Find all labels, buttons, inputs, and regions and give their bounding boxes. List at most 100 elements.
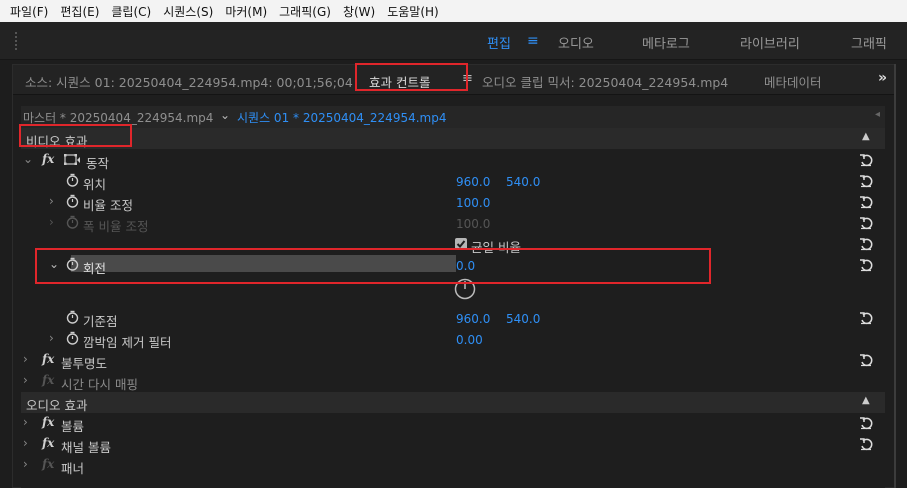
audio-effects-label: 오디오 효과	[26, 398, 88, 413]
sequence-bar: 마스터 * 20250404_224954.mp4 ⌄ 시퀀스 01 * 202…	[21, 106, 885, 128]
channel-volume-label: 채널 볼륨	[61, 440, 111, 455]
stopwatch-icon[interactable]	[66, 310, 79, 324]
effect-volume[interactable]: › fx 볼륨	[21, 413, 885, 434]
scale-width-label: 폭 비율 조정	[83, 219, 149, 234]
rotation-highlight	[71, 255, 456, 272]
menu-window[interactable]: 창(W)	[343, 3, 375, 20]
menu-graphics[interactable]: 그래픽(G)	[279, 3, 331, 20]
property-anti-flicker: › 깜박임 제거 필터 0.00	[21, 329, 885, 350]
stopwatch-icon[interactable]	[66, 194, 79, 208]
stopwatch-icon[interactable]	[66, 257, 79, 271]
uniform-scale-label: 균일 비율	[471, 240, 521, 255]
workspace-menu-icon[interactable]: ≡	[527, 33, 539, 49]
fx-icon[interactable]: fx	[42, 152, 54, 166]
workspace-library[interactable]: 라이브러리	[740, 33, 800, 52]
position-y-value[interactable]: 540.0	[506, 175, 540, 189]
fx-icon[interactable]: fx	[42, 436, 54, 450]
active-tab-underline	[367, 89, 467, 91]
effect-channel-volume[interactable]: › fx 채널 볼륨	[21, 434, 885, 455]
reset-icon[interactable]	[859, 416, 873, 430]
fx-icon: fx	[42, 457, 55, 471]
reset-icon[interactable]	[859, 174, 873, 188]
scale-label: 비율 조정	[83, 198, 133, 213]
fx-icon[interactable]: fx	[42, 352, 54, 366]
grip-handle[interactable]	[15, 32, 17, 50]
chevron-down-icon[interactable]: ⌄	[49, 257, 59, 271]
motion-label: 동작	[86, 156, 110, 171]
scale-value[interactable]: 100.0	[456, 196, 490, 210]
time-remap-label: 시간 다시 매핑	[61, 377, 138, 392]
reset-icon[interactable]	[859, 237, 873, 251]
reset-icon[interactable]	[859, 353, 873, 367]
chevron-right-icon[interactable]: ›	[23, 352, 28, 366]
chevron-down-icon[interactable]: ⌄	[23, 152, 33, 166]
chevron-down-icon[interactable]: ⌄	[220, 108, 230, 122]
menu-file[interactable]: 파일(F)	[10, 3, 48, 20]
rotation-dial[interactable]	[454, 278, 476, 300]
effect-time-remapping[interactable]: › fx 시간 다시 매핑	[21, 371, 885, 392]
master-clip-label[interactable]: 마스터 * 20250404_224954.mp4	[23, 109, 213, 126]
scroll-left-icon[interactable]: ◂	[875, 109, 880, 120]
flicker-value[interactable]: 0.00	[456, 333, 483, 347]
current-sequence-label[interactable]: 시퀀스 01 * 20250404_224954.mp4	[237, 109, 446, 126]
chevron-right-icon[interactable]: ›	[49, 194, 54, 208]
effect-motion[interactable]: ⌄ fx 동작	[21, 150, 885, 171]
chevron-right-icon[interactable]: ›	[49, 331, 54, 345]
stopwatch-icon[interactable]	[66, 173, 79, 187]
workspace-metalog[interactable]: 메타로그	[642, 33, 690, 52]
property-rotation: ⌄ 회전 0.0	[21, 255, 885, 276]
tab-menu-icon[interactable]: ≡	[462, 71, 473, 86]
reset-icon[interactable]	[859, 258, 873, 272]
menu-clip[interactable]: 클립(C)	[111, 3, 151, 20]
reset-icon[interactable]	[859, 216, 873, 230]
position-x-value[interactable]: 960.0	[456, 175, 490, 189]
tab-source[interactable]: 소스: 시퀀스 01: 20250404_224954.mp4: 00;01;5…	[25, 72, 353, 91]
anchor-x-value[interactable]: 960.0	[456, 312, 490, 326]
property-anchor-point: 기준점 960.0 540.0	[21, 308, 885, 329]
effect-opacity[interactable]: › fx 불투명도	[21, 350, 885, 371]
menu-bar: 파일(F) 편집(E) 클립(C) 시퀀스(S) 마커(M) 그래픽(G) 창(…	[0, 0, 907, 22]
scale-width-value: 100.0	[456, 217, 491, 231]
menu-sequence[interactable]: 시퀀스(S)	[163, 3, 213, 20]
scroll-up-icon[interactable]: ▲	[862, 131, 870, 142]
workspace-audio[interactable]: 오디오	[558, 33, 594, 52]
position-label: 위치	[83, 177, 107, 192]
workspace-bar: 편집 ≡ 오디오 메타로그 라이브러리 그래픽	[0, 22, 907, 60]
reset-icon[interactable]	[859, 437, 873, 451]
uniform-scale-checkbox[interactable]	[455, 238, 467, 250]
stopwatch-icon[interactable]	[66, 331, 79, 345]
scroll-up-icon[interactable]: ▲	[862, 395, 870, 406]
reset-icon[interactable]	[859, 195, 873, 209]
chevron-right-icon[interactable]: ›	[23, 415, 28, 429]
menu-edit[interactable]: 편집(E)	[60, 3, 99, 20]
property-scale: › 비율 조정 100.0	[21, 192, 885, 213]
menu-marker[interactable]: 마커(M)	[225, 3, 267, 20]
fx-icon: fx	[42, 373, 55, 387]
reset-icon[interactable]	[859, 311, 873, 325]
tab-metadata[interactable]: 메타데이터	[764, 72, 822, 91]
effect-panner[interactable]: › fx 패너	[21, 455, 885, 476]
fx-icon[interactable]: fx	[42, 415, 54, 429]
workspace-edit[interactable]: 편집	[487, 33, 511, 52]
panel-divider	[894, 64, 896, 488]
chevron-right-icon[interactable]: ›	[23, 457, 28, 471]
rotation-value[interactable]: 0.0	[456, 259, 475, 273]
anchor-y-value[interactable]: 540.0	[506, 312, 540, 326]
opacity-label: 불투명도	[61, 356, 108, 371]
property-position: 위치 960.0 540.0	[21, 171, 885, 192]
tab-audio-clip-mixer[interactable]: 오디오 클립 믹서: 20250404_224954.mp4	[482, 72, 728, 91]
transform-icon[interactable]	[64, 154, 80, 166]
workspace-graphics[interactable]: 그래픽	[851, 33, 887, 52]
tab-overflow-icon[interactable]: »	[878, 70, 887, 86]
chevron-right-icon[interactable]: ›	[23, 373, 28, 387]
reset-icon[interactable]	[859, 153, 873, 167]
chevron-right-icon[interactable]: ›	[23, 436, 28, 450]
property-scale-width: › 폭 비율 조정 100.0	[21, 213, 885, 234]
stopwatch-icon	[66, 215, 79, 229]
menu-help[interactable]: 도움말(H)	[387, 3, 439, 20]
audio-effects-header: 오디오 효과 ▲	[21, 392, 885, 413]
panner-label: 패너	[61, 461, 85, 476]
volume-label: 볼륨	[61, 419, 85, 434]
video-effects-header: 비디오 효과 ▲	[21, 128, 885, 149]
property-uniform-scale: 균일 비율	[21, 234, 885, 255]
